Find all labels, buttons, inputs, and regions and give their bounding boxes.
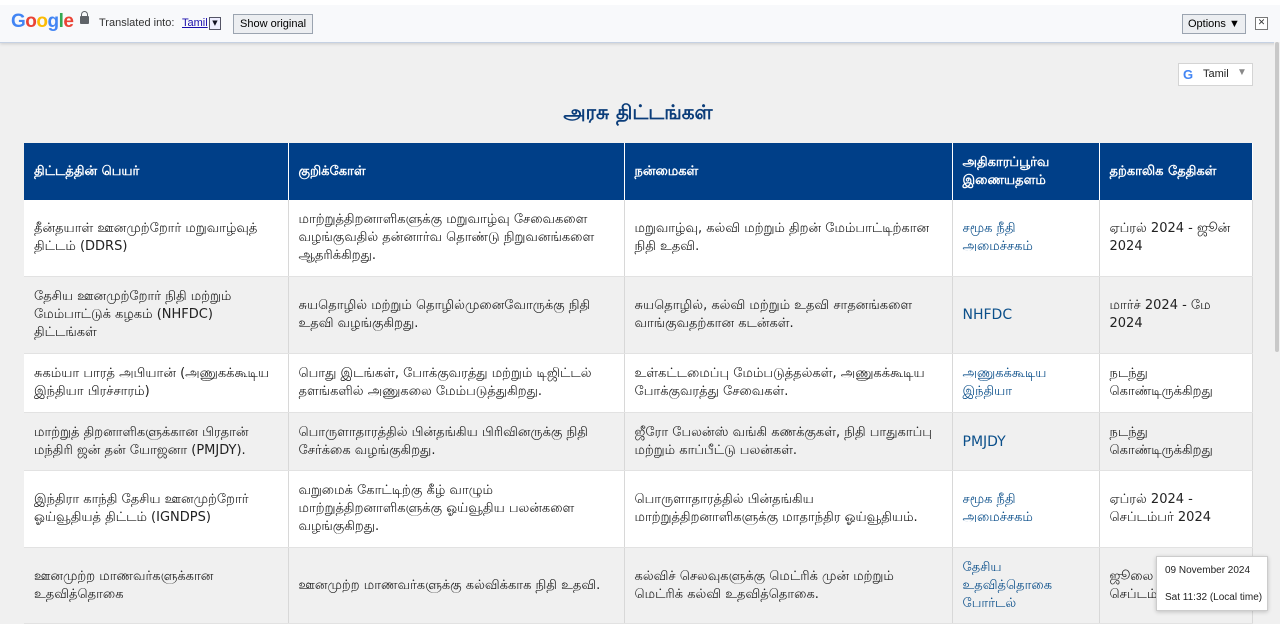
page-title: அரசு திட்டங்கள் xyxy=(563,100,713,124)
options-button[interactable]: Options ▼ xyxy=(1182,14,1246,34)
column-header: திட்டத்தின் பெயர் xyxy=(24,143,289,200)
schemes-table: திட்டத்தின் பெயர் குறிக்கோள் நன்மைகள் அத… xyxy=(24,143,1253,624)
logo-letter: e xyxy=(63,11,74,32)
clock-date: 09 November 2024 xyxy=(1165,565,1251,576)
translate-bar: Google Translated into: Tamil ▼ Show ori… xyxy=(0,0,1280,43)
column-header: தற்காலிக தேதிகள் xyxy=(1099,143,1253,200)
scrollbar[interactable] xyxy=(1274,42,1280,619)
objective-cell: ஊனமுற்ற மாணவர்களுக்கு கல்விக்காக நிதி உத… xyxy=(288,547,625,624)
benefits-cell: கல்விச் செலவுகளுக்கு மெட்ரிக் முன் மற்று… xyxy=(624,547,953,624)
table-row: சுகம்யா பாரத் அபியான் (அணுகக்கூடிய இந்தி… xyxy=(24,353,1253,413)
scheme-name-cell: இந்திரா காந்தி தேசிய ஊனமுற்றோர் ஓய்வூதிய… xyxy=(24,470,289,548)
website-link[interactable]: தேசிய உதவித்தொகை போர்டல் xyxy=(952,547,1100,624)
website-link[interactable]: சமூக நீதி அமைச்சகம் xyxy=(952,200,1100,277)
scheme-name-cell: தேசிய ஊனமுற்றோர் நிதி மற்றும் மேம்பாட்டு… xyxy=(24,276,289,354)
objective-cell: பொது இடங்கள், போக்குவரத்து மற்றும் டிஜிட… xyxy=(288,353,625,413)
benefits-cell: ஜீரோ பேலன்ஸ் வங்கி கணக்குகள், நிதி பாதுக… xyxy=(624,412,953,471)
table-row: ஊனமுற்ற மாணவர்களுக்கான உதவித்தொகை ஊனமுற்… xyxy=(24,547,1253,624)
benefits-cell: உள்கட்டமைப்பு மேம்படுத்தல்கள், அணுகக்கூட… xyxy=(624,353,953,413)
website-link[interactable]: சமூக நீதி அமைச்சகம் xyxy=(952,470,1100,548)
logo-letter: o xyxy=(36,11,48,32)
google-logo: Google xyxy=(11,11,74,33)
logo-letter: g xyxy=(47,11,60,32)
column-header: குறிக்கோள் xyxy=(288,143,625,200)
scheme-name-cell: ஊனமுற்ற மாணவர்களுக்கான உதவித்தொகை xyxy=(24,547,289,624)
dates-cell: ஏப்ரல் 2024 - ஜூன் 2024 xyxy=(1099,200,1253,277)
website-link[interactable]: அணுகக்கூடிய இந்தியா xyxy=(952,353,1100,413)
translated-into-label: Translated into: xyxy=(99,17,175,29)
target-language-link[interactable]: Tamil xyxy=(182,17,208,29)
benefits-cell: சுயதொழில், கல்வி மற்றும் உதவி சாதனங்களை … xyxy=(624,276,953,354)
google-g-icon: G xyxy=(1183,67,1194,82)
dates-cell: நடந்து கொண்டிருக்கிறது xyxy=(1099,353,1253,413)
table-row: இந்திரா காந்தி தேசிய ஊனமுற்றோர் ஓய்வூதிய… xyxy=(24,470,1253,548)
table-header-row: திட்டத்தின் பெயர் குறிக்கோள் நன்மைகள் அத… xyxy=(24,143,1253,200)
show-original-button[interactable]: Show original xyxy=(233,14,314,34)
dates-cell: நடந்து கொண்டிருக்கிறது xyxy=(1099,412,1253,471)
objective-cell: சுயதொழில் மற்றும் தொழில்முனைவோருக்கு நித… xyxy=(288,276,625,354)
column-header: நன்மைகள் xyxy=(624,143,953,200)
clock-time: Sat 11:32 (Local time) xyxy=(1165,592,1263,603)
logo-letter: o xyxy=(25,11,37,32)
scheme-name-cell: சுகம்யா பாரத் அபியான் (அணுகக்கூடிய இந்தி… xyxy=(24,353,289,413)
table-row: தேசிய ஊனமுற்றோர் நிதி மற்றும் மேம்பாட்டு… xyxy=(24,276,1253,354)
close-icon[interactable]: ✕ xyxy=(1255,17,1268,30)
language-selector-widget[interactable]: G Tamil ▼ xyxy=(1178,63,1253,86)
clock-popup: 09 November 2024 Sat 11:32 (Local time) xyxy=(1156,556,1268,611)
language-selector-label: Tamil xyxy=(1203,68,1229,80)
table-row: மாற்றுத் திறனாளிகளுக்கான பிரதான் மந்திரி… xyxy=(24,412,1253,471)
dates-cell: ஏப்ரல் 2024 - செப்டம்பர் 2024 xyxy=(1099,470,1253,548)
column-header: அதிகாரப்பூர்வ இணையதளம் xyxy=(952,143,1100,200)
chevron-down-icon: ▼ xyxy=(1237,67,1247,78)
objective-cell: மாற்றுத்திறனாளிகளுக்கு மறுவாழ்வு சேவைகளை… xyxy=(288,200,625,277)
lock-icon xyxy=(80,11,89,24)
benefits-cell: பொருளாதாரத்தில் பின்தங்கிய மாற்றுத்திறனா… xyxy=(624,470,953,548)
scrollbar-thumb[interactable] xyxy=(1275,42,1279,352)
website-link[interactable]: NHFDC xyxy=(952,276,1100,354)
objective-cell: வறுமைக் கோட்டிற்கு கீழ் வாழும் மாற்றுத்த… xyxy=(288,470,625,548)
logo-letter: G xyxy=(11,11,26,32)
table-row: தீன்தயாள் ஊனமுற்றோர் மறுவாழ்வுத் திட்டம்… xyxy=(24,200,1253,277)
scheme-name-cell: தீன்தயாள் ஊனமுற்றோர் மறுவாழ்வுத் திட்டம்… xyxy=(24,200,289,277)
top-strip xyxy=(0,0,1280,5)
website-link[interactable]: PMJDY xyxy=(952,412,1100,471)
objective-cell: பொருளாதாரத்தில் பின்தங்கிய பிரிவினருக்கு… xyxy=(288,412,625,471)
dates-cell: மார்ச் 2024 - மே 2024 xyxy=(1099,276,1253,354)
benefits-cell: மறுவாழ்வு, கல்வி மற்றும் திறன் மேம்பாட்ட… xyxy=(624,200,953,277)
language-dropdown-icon[interactable]: ▼ xyxy=(209,17,221,30)
scheme-name-cell: மாற்றுத் திறனாளிகளுக்கான பிரதான் மந்திரி… xyxy=(24,412,289,471)
